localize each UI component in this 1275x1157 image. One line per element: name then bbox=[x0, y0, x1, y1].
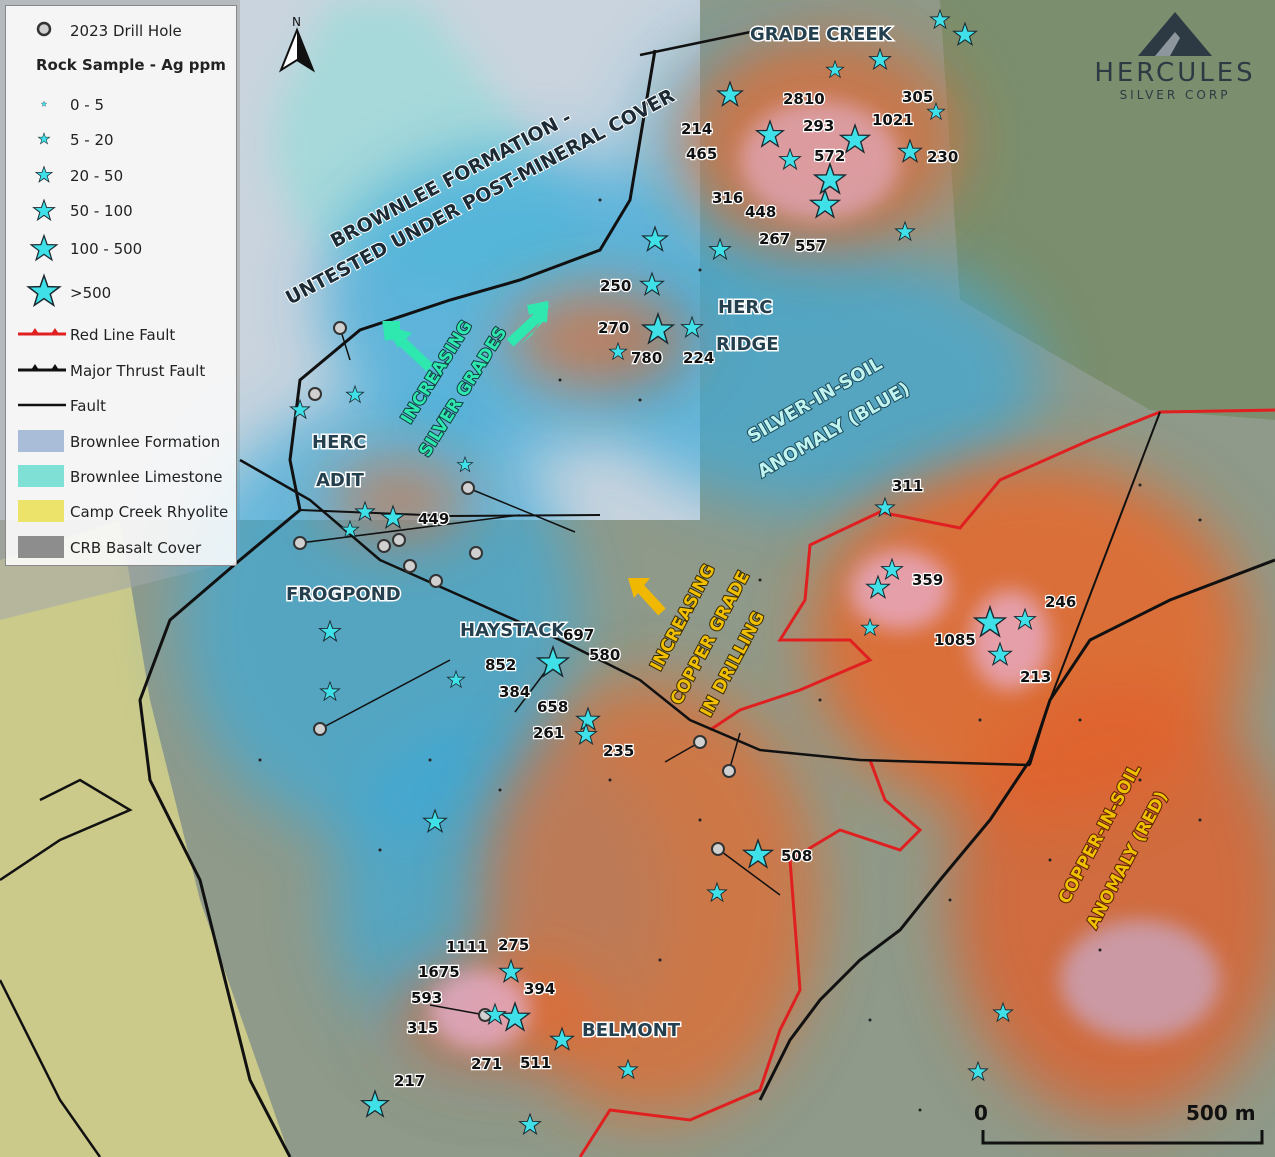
value-580: 580 bbox=[589, 646, 620, 664]
legend-unit-0: Brownlee Formation bbox=[70, 433, 221, 451]
value-250: 250 bbox=[600, 277, 631, 295]
red-line-fault-icon bbox=[18, 328, 66, 336]
label-herc-adit-2: ADIT bbox=[316, 470, 365, 491]
label-herc-ridge-2: RIDGE bbox=[716, 334, 779, 355]
value-267: 267 bbox=[759, 230, 790, 248]
brownlee-formation-swatch bbox=[18, 430, 64, 452]
value-448: 448 bbox=[745, 203, 776, 221]
map-legend: 2023 Drill Hole Rock Sample - Ag ppm 0 -… bbox=[5, 5, 237, 566]
value-311: 311 bbox=[892, 477, 923, 495]
logo-name: HERCULES bbox=[1094, 58, 1256, 88]
thrust-fault-icon bbox=[18, 364, 66, 372]
legend-row-camp-creek-rhyolite: Camp Creek Rhyolite bbox=[6, 497, 238, 527]
value-2810: 2810 bbox=[783, 90, 825, 108]
value-572: 572 bbox=[814, 147, 845, 165]
xlarge-star-icon bbox=[30, 234, 58, 261]
basalt-swatch bbox=[18, 536, 64, 558]
legend-thrust-fault-label: Major Thrust Fault bbox=[70, 362, 206, 380]
value-316: 316 bbox=[712, 189, 743, 207]
legend-row-red-line-fault: Red Line Fault bbox=[6, 320, 238, 350]
legend-row-ag-0: 0 - 5 bbox=[6, 90, 238, 120]
value-224: 224 bbox=[683, 349, 714, 367]
value-1111: 1111 bbox=[446, 938, 488, 956]
value-658: 658 bbox=[537, 698, 568, 716]
legend-ag-class-2: 20 - 50 bbox=[70, 167, 124, 185]
legend-row-ag-2: 20 - 50 bbox=[6, 161, 238, 191]
legend-row-ag-3: 50 - 100 bbox=[6, 196, 238, 226]
value-270: 270 bbox=[598, 319, 629, 337]
value-1085: 1085 bbox=[934, 631, 976, 649]
value-1675: 1675 bbox=[418, 963, 460, 981]
value-246: 246 bbox=[1045, 593, 1076, 611]
value-1021: 1021 bbox=[872, 111, 914, 129]
value-217: 217 bbox=[394, 1072, 425, 1090]
drill-hole-icon bbox=[36, 21, 52, 37]
value-449: 449 bbox=[418, 510, 449, 528]
value-261: 261 bbox=[533, 724, 564, 742]
legend-unit-3: CRB Basalt Cover bbox=[70, 539, 202, 557]
legend-unit-2: Camp Creek Rhyolite bbox=[70, 503, 229, 521]
legend-fault-label: Fault bbox=[70, 397, 106, 415]
value-213: 213 bbox=[1020, 668, 1051, 686]
scale-start: 0 bbox=[974, 1101, 988, 1125]
value-293: 293 bbox=[803, 117, 834, 135]
legend-ag-class-1: 5 - 20 bbox=[70, 131, 114, 149]
xxlarge-star-icon bbox=[27, 274, 61, 307]
legend-ag-class-3: 50 - 100 bbox=[70, 202, 133, 220]
label-frogpond: FROGPOND bbox=[286, 584, 401, 605]
value-230: 230 bbox=[927, 148, 958, 166]
value-511: 511 bbox=[520, 1054, 551, 1072]
scale-end: 500 m bbox=[1186, 1101, 1256, 1125]
logo-subtitle: SILVER CORP bbox=[1119, 88, 1231, 102]
label-belmont: BELMONT bbox=[582, 1020, 681, 1041]
value-359: 359 bbox=[912, 571, 943, 589]
legend-row-drill-hole: 2023 Drill Hole bbox=[6, 16, 238, 46]
legend-row-brownlee-limestone: Brownlee Limestone bbox=[6, 462, 238, 492]
value-557: 557 bbox=[795, 237, 826, 255]
label-herc-adit-1: HERC bbox=[312, 432, 366, 453]
north-label: N bbox=[292, 15, 301, 29]
value-214: 214 bbox=[681, 120, 712, 138]
value-384: 384 bbox=[499, 683, 530, 701]
value-697: 697 bbox=[563, 626, 594, 644]
value-780: 780 bbox=[631, 349, 662, 367]
legend-unit-1: Brownlee Limestone bbox=[70, 468, 223, 486]
legend-row-fault: Fault bbox=[6, 391, 238, 421]
legend-rock-sample-title: Rock Sample - Ag ppm bbox=[36, 56, 226, 74]
legend-ag-class-4: 100 - 500 bbox=[70, 240, 143, 258]
value-275: 275 bbox=[498, 936, 529, 954]
mountain-icon bbox=[1138, 12, 1212, 56]
medium-star-icon bbox=[35, 166, 53, 183]
value-235: 235 bbox=[603, 742, 634, 760]
value-593: 593 bbox=[411, 989, 442, 1007]
value-508: 508 bbox=[781, 847, 812, 865]
value-315: 315 bbox=[407, 1019, 438, 1037]
value-305: 305 bbox=[902, 88, 933, 106]
legend-drill-hole-label: 2023 Drill Hole bbox=[70, 22, 182, 40]
large-star-icon bbox=[33, 199, 55, 221]
tiny-star-icon bbox=[41, 100, 47, 107]
legend-ag-class-0: 0 - 5 bbox=[70, 96, 105, 114]
legend-row-crb-basalt: CRB Basalt Cover bbox=[6, 533, 238, 563]
rhyolite-swatch bbox=[18, 500, 64, 522]
legend-row-ag-1: 5 - 20 bbox=[6, 125, 238, 155]
legend-row-brownlee-formation: Brownlee Formation bbox=[6, 427, 238, 457]
fault-line-icon bbox=[18, 403, 66, 407]
hercules-logo: HERCULES SILVER CORP bbox=[1080, 10, 1270, 105]
value-852: 852 bbox=[485, 656, 516, 674]
label-haystack: HAYSTACK bbox=[460, 620, 566, 641]
brownlee-limestone-swatch bbox=[18, 465, 64, 487]
legend-red-line-fault-label: Red Line Fault bbox=[70, 326, 176, 344]
label-herc-ridge-1: HERC bbox=[718, 297, 772, 318]
legend-ag-class-5: >500 bbox=[70, 284, 112, 302]
value-271: 271 bbox=[471, 1055, 502, 1073]
legend-row-major-thrust-fault: Major Thrust Fault bbox=[6, 356, 238, 386]
label-grade-creek: GRADE CREEK bbox=[750, 24, 893, 45]
small-star-icon bbox=[38, 132, 50, 145]
value-394: 394 bbox=[524, 980, 555, 998]
value-465: 465 bbox=[686, 145, 717, 163]
legend-row-ag-5: >500 bbox=[6, 274, 238, 308]
legend-row-ag-4: 100 - 500 bbox=[6, 234, 238, 264]
